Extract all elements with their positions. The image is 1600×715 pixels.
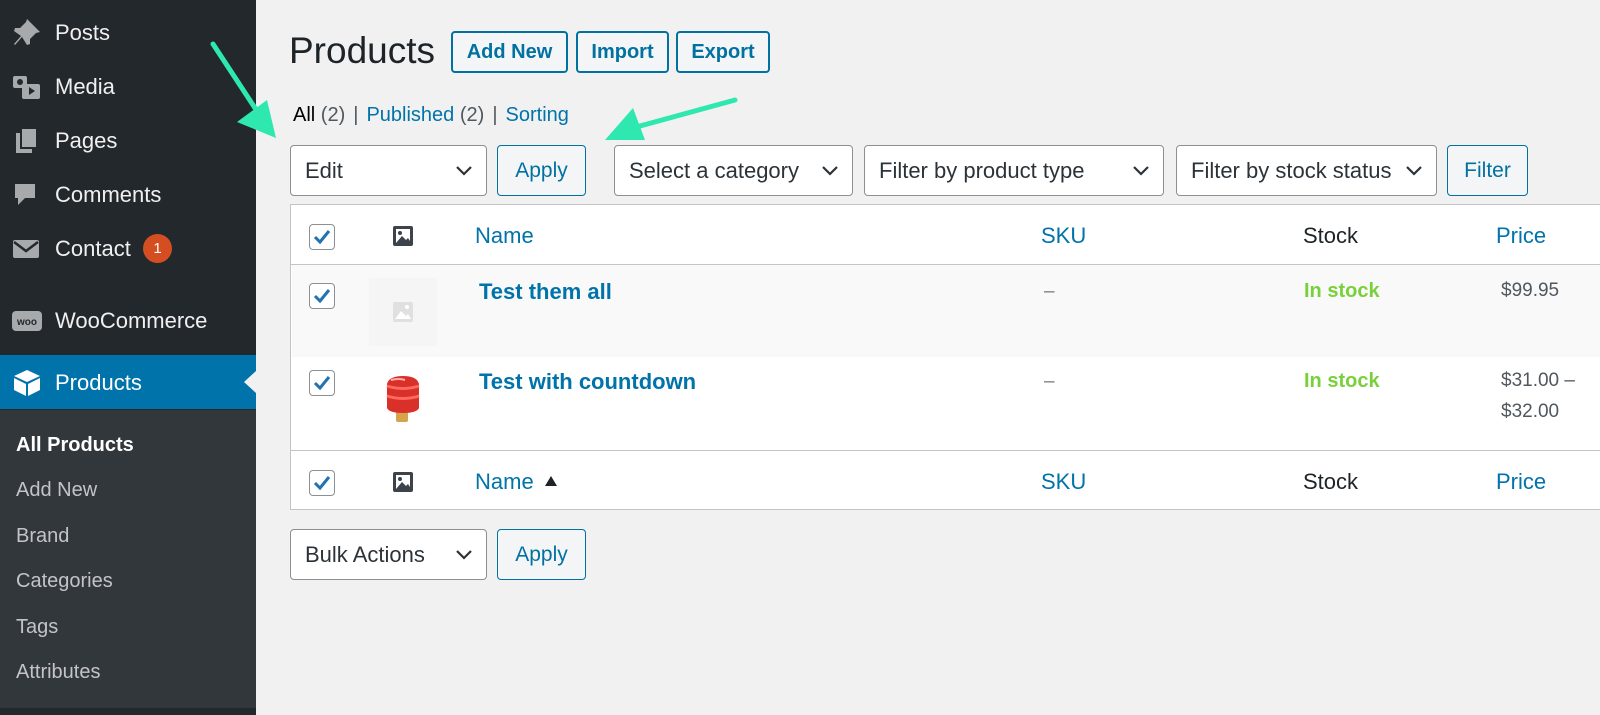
bulk-action-value: Bulk Actions (305, 542, 425, 567)
annotation-arrow-right (605, 97, 738, 140)
notification-badge: 1 (143, 234, 172, 263)
sidebar-item-woocommerce[interactable]: woo WooCommerce (0, 293, 256, 347)
view-published-count: (2) (459, 104, 485, 126)
export-button[interactable]: Export (676, 31, 770, 73)
view-published-link[interactable]: Published (366, 104, 454, 126)
mail-icon (13, 240, 39, 258)
products-submenu: All Products Add New Brand Categories Ta… (0, 410, 256, 708)
box-icon (14, 370, 40, 396)
price-line: $99.95 (1501, 280, 1560, 301)
sidebar-item-label: Pages (55, 128, 118, 153)
page-title: Products (289, 30, 436, 71)
sidebar-item-media[interactable]: Media (0, 59, 256, 113)
pages-icon (16, 127, 38, 153)
submenu-item-add-new[interactable]: Add New (16, 478, 97, 502)
image-icon (393, 472, 413, 492)
image-icon (393, 226, 413, 246)
chevron-down-icon (1406, 166, 1422, 176)
chevron-down-icon (456, 550, 472, 560)
sort-ascending-icon (545, 476, 557, 486)
price-line: $32.00 (1501, 401, 1560, 422)
column-footer-name[interactable]: Name (475, 469, 534, 495)
chevron-down-icon (456, 166, 472, 176)
sidebar-item-pages[interactable]: Pages (0, 113, 256, 167)
checkmark-icon (313, 376, 331, 391)
view-sorting-link[interactable]: Sorting (506, 104, 569, 126)
product-type-filter-select[interactable]: Filter by product type (864, 145, 1164, 196)
row-checkbox[interactable] (309, 370, 335, 396)
sidebar-item-label: Products (55, 370, 142, 395)
column-header-sku[interactable]: SKU (1041, 223, 1086, 249)
woo-icon: woo (12, 311, 42, 331)
filter-button[interactable]: Filter (1447, 145, 1528, 196)
checkmark-icon (313, 476, 331, 491)
sidebar-item-contact[interactable]: Contact 1 (0, 221, 256, 275)
checkmark-icon (313, 230, 331, 245)
select-all-checkbox[interactable] (309, 224, 335, 250)
footer-divider (291, 450, 1600, 451)
column-header-name[interactable]: Name (475, 223, 534, 249)
category-filter-value: Select a category (629, 158, 799, 183)
product-stock-status: In stock (1304, 280, 1380, 302)
product-thumbnail[interactable] (369, 366, 437, 434)
product-price: $99.95 (1501, 275, 1600, 306)
product-name-link[interactable]: Test with countdown (479, 369, 696, 395)
stock-status-filter-select[interactable]: Filter by stock status (1176, 145, 1437, 196)
admin-sidebar: Posts Media Pages Comments Contact 1 woo… (0, 0, 256, 715)
checkmark-icon (313, 289, 331, 304)
column-footer-price[interactable]: Price (1496, 469, 1546, 495)
column-header-price[interactable]: Price (1496, 223, 1546, 249)
sidebar-item-label: WooCommerce (55, 308, 208, 333)
media-icon (13, 76, 40, 99)
sidebar-item-products[interactable]: Products (0, 355, 256, 409)
sidebar-item-label: Comments (55, 182, 162, 207)
chevron-down-icon (1133, 166, 1149, 176)
category-filter-select[interactable]: Select a category (614, 145, 853, 196)
view-separator: | (492, 104, 498, 126)
row-checkbox[interactable] (309, 283, 335, 309)
product-sku: – (1044, 281, 1055, 302)
comment-icon (15, 184, 35, 205)
product-name-link[interactable]: Test them all (479, 279, 612, 305)
sidebar-item-label: Media (55, 74, 115, 99)
sidebar-item-posts[interactable]: Posts (0, 5, 256, 59)
apply-button-bottom[interactable]: Apply (497, 529, 586, 580)
bulk-action-select-bottom[interactable]: Bulk Actions (290, 529, 487, 580)
svg-text:woo: woo (16, 317, 37, 328)
view-separator: | (353, 104, 359, 126)
column-footer-stock: Stock (1303, 469, 1359, 494)
submenu-item-categories[interactable]: Categories (16, 569, 113, 593)
product-price: $31.00 – $32.00 (1501, 365, 1600, 427)
import-button[interactable]: Import (576, 31, 669, 73)
pin-icon (14, 19, 40, 45)
price-line: $31.00 – (1501, 370, 1575, 391)
stock-status-filter-value: Filter by stock status (1191, 158, 1392, 183)
chevron-down-icon (822, 166, 838, 176)
product-type-filter-value: Filter by product type (879, 158, 1085, 183)
submenu-item-all-products[interactable]: All Products (16, 433, 134, 457)
products-table: Name SKU Stock Price Test them all – In … (290, 204, 1600, 510)
sidebar-item-label: Contact (55, 236, 131, 261)
view-all-link[interactable]: All (293, 104, 315, 126)
image-placeholder-icon (393, 302, 413, 322)
column-header-stock: Stock (1303, 223, 1359, 248)
column-footer-sku[interactable]: SKU (1041, 469, 1086, 495)
apply-button-top[interactable]: Apply (497, 145, 586, 196)
sidebar-item-label: Posts (55, 20, 111, 45)
header-divider (291, 264, 1600, 265)
submenu-item-tags[interactable]: Tags (16, 615, 58, 639)
bulk-action-select-top[interactable]: Edit (290, 145, 487, 196)
submenu-item-brand[interactable]: Brand (16, 524, 69, 548)
sidebar-item-comments[interactable]: Comments (0, 167, 256, 221)
bulk-action-value: Edit (305, 158, 343, 183)
status-views: All (2) | Published (2) | Sorting (293, 102, 569, 128)
product-sku: – (1044, 371, 1055, 392)
product-stock-status: In stock (1304, 370, 1380, 392)
product-thumbnail-placeholder[interactable] (369, 278, 437, 346)
select-all-checkbox-footer[interactable] (309, 470, 335, 496)
submenu-item-attributes[interactable]: Attributes (16, 660, 100, 684)
add-new-button[interactable]: Add New (451, 31, 568, 73)
view-all-count: (2) (320, 104, 346, 126)
